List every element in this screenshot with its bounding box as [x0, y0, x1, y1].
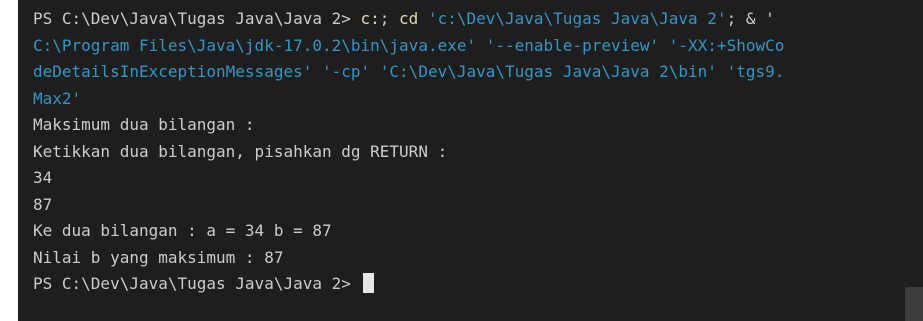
- terminal-output: PS C:\Dev\Java\Tugas Java\Java 2> c:; cd…: [33, 6, 901, 298]
- output-line: Maksimum dua bilangan :: [33, 115, 255, 134]
- output-line: 34: [33, 168, 53, 187]
- terminal-panel[interactable]: PS C:\Dev\Java\Tugas Java\Java 2> c:; cd…: [18, 0, 923, 321]
- command-continuation-1: C:\Program Files\Java\jdk-17.0.2\bin\jav…: [33, 35, 785, 55]
- prompt: PS C:\Dev\Java\Tugas Java\Java 2>: [33, 9, 361, 28]
- final-prompt: PS C:\Dev\Java\Tugas Java\Java 2>: [33, 274, 361, 293]
- text-cursor: [362, 273, 374, 293]
- scrollbar-track[interactable]: [905, 0, 923, 321]
- output-line: Ke dua bilangan : a = 34 b = 87: [33, 221, 332, 240]
- command-continuation-3: Max2': [33, 88, 82, 108]
- command-continuation-2: deDetailsInExceptionMessages' '-cp' 'C:\…: [33, 62, 785, 81]
- output-line: 87: [33, 194, 53, 214]
- command-ampersand: ; & ': [726, 9, 775, 28]
- command-drive: c:: [360, 9, 380, 28]
- output-line: Ketikkan dua bilangan, pisahkan dg RETUR…: [33, 141, 448, 161]
- command-path-arg: 'c:\Dev\Java\Tugas Java\Java 2': [418, 9, 727, 28]
- command-separator: ;: [379, 9, 400, 28]
- final-prompt-line[interactable]: PS C:\Dev\Java\Tugas Java\Java 2>: [33, 271, 901, 298]
- command-cd: cd: [399, 9, 419, 28]
- output-line: Nilai b yang maksimum : 87: [33, 247, 284, 267]
- command-line: PS C:\Dev\Java\Tugas Java\Java 2> c:; cd…: [33, 6, 901, 33]
- scrollbar-thumb[interactable]: [905, 287, 923, 321]
